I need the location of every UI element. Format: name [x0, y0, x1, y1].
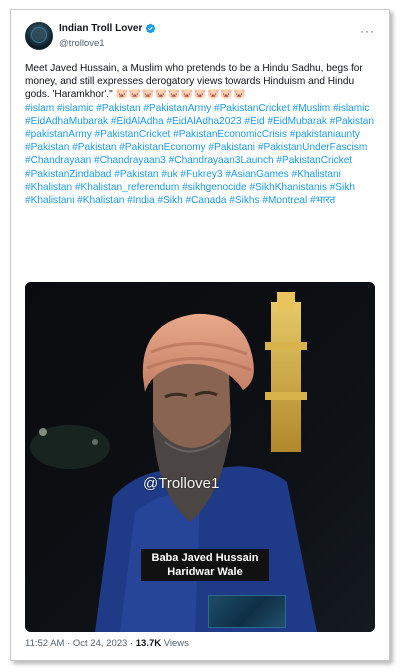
verified-badge-icon	[146, 23, 156, 34]
tweet-footer: 11:52 AM · Oct 24, 2023 · 13.7K Views	[25, 638, 189, 649]
tweet-text: Meet Javed Hussain, a Muslim who pretend…	[25, 62, 377, 207]
caption-line-1: Baba Javed Hussain	[144, 551, 266, 565]
views-count: 13.7K	[135, 638, 162, 649]
video-media[interactable]: @Trollove1 Baba Javed Hussain Haridwar W…	[25, 282, 375, 632]
more-options-icon[interactable]: ···	[360, 24, 375, 38]
tweet-time[interactable]: 11:52 AM	[25, 638, 64, 649]
video-inset-thumbnail	[208, 595, 286, 628]
video-caption: Baba Javed Hussain Haridwar Wale	[141, 549, 269, 581]
author-display-name[interactable]: Indian Troll Lover	[59, 23, 142, 34]
author-handle[interactable]: @trollove1	[59, 38, 105, 49]
caption-line-2: Haridwar Wale	[144, 565, 266, 579]
video-watermark: @Trollove1	[143, 475, 220, 492]
footer-separator-2: ·	[127, 638, 136, 649]
views-label: Views	[163, 638, 189, 649]
pig-emojis: 🐷🐷🐷🐷🐷🐷🐷🐷🐷🐷	[115, 89, 247, 101]
author-name-row[interactable]: Indian Troll Lover	[59, 23, 156, 34]
tweet-header: Indian Troll Lover @trollove1 ···	[25, 22, 375, 54]
tweet-card: Indian Troll Lover @trollove1 ··· Meet J…	[10, 9, 390, 661]
hashtag-list[interactable]: #islam #islamic #Pakistan #PakistanArmy …	[25, 102, 377, 208]
tweet-date[interactable]: Oct 24, 2023	[73, 638, 127, 649]
footer-separator: ·	[64, 638, 73, 649]
avatar[interactable]	[25, 22, 53, 50]
